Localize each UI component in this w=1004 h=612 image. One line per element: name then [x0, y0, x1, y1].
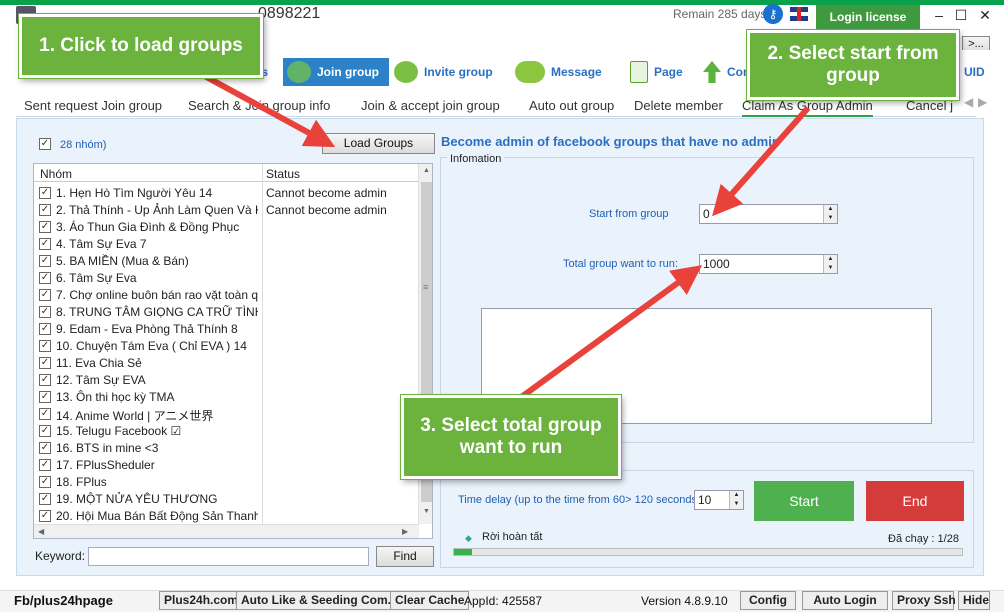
- callout-start-from: 2. Select start from group: [747, 30, 959, 100]
- arrow-to-load-groups: [188, 65, 336, 148]
- arrow-to-total-group: [518, 265, 703, 401]
- arrow-to-start-from: [712, 106, 811, 217]
- callout-total-group: 3. Select total group want to run: [401, 395, 621, 479]
- callout-load-groups: 1. Click to load groups: [19, 14, 263, 78]
